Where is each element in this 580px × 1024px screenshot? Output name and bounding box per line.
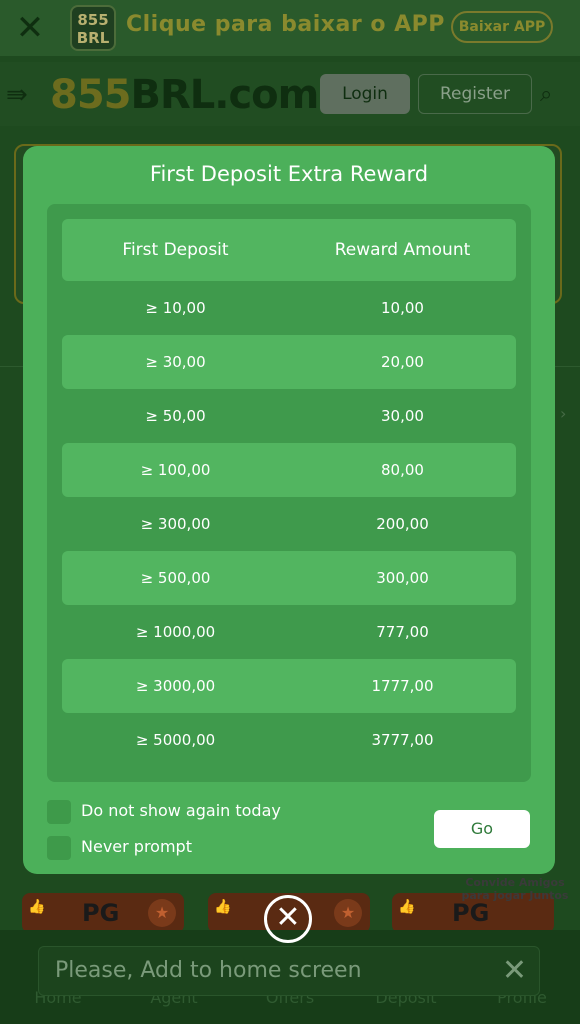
first-deposit-reward-modal: First Deposit Extra Reward First Deposit… [23, 146, 555, 874]
table-row: ≥ 5000,00 3777,00 [62, 713, 516, 767]
game-card-label: PG [452, 899, 490, 927]
reward-cell: 10,00 [381, 299, 424, 317]
table-header: First Deposit Reward Amount [62, 219, 516, 281]
thumbs-up-icon: 👍 [28, 899, 46, 915]
deposit-cell: ≥ 30,00 [145, 353, 206, 371]
go-button[interactable]: Go [434, 810, 530, 848]
reward-table: First Deposit Reward Amount ≥ 10,00 10,0… [47, 204, 531, 782]
column-header-first-deposit: First Deposit [122, 240, 229, 260]
invite-line1: Convide Amigos [465, 876, 565, 889]
deposit-cell: ≥ 100,00 [140, 461, 211, 479]
invite-friends-badge[interactable]: Convide Amigos para jogar Juntos [456, 876, 574, 902]
thumbs-up-icon: 👍 [398, 899, 416, 915]
brand-logo[interactable]: 855BRL.com [50, 72, 320, 118]
app-logo-line2: BRL [76, 29, 110, 47]
star-icon: ★ [334, 899, 362, 927]
brand-prefix: 855 [50, 72, 131, 118]
table-row: ≥ 3000,00 1777,00 [62, 659, 516, 713]
never-prompt-checkbox[interactable] [47, 836, 71, 860]
app-logo: 855 BRL [70, 5, 116, 51]
download-app-button[interactable]: Baixar APP [451, 11, 553, 43]
login-button[interactable]: Login [320, 74, 410, 114]
promo-text: Clique para baixar o APP [126, 12, 445, 37]
close-icon[interactable]: ✕ [12, 10, 48, 46]
register-button[interactable]: Register [418, 74, 532, 114]
menu-icon[interactable]: ⇛ [6, 80, 28, 110]
never-prompt-label: Never prompt [81, 837, 192, 856]
game-card[interactable]: 👍 PG ★ [22, 893, 184, 933]
reward-cell: 777,00 [376, 623, 429, 641]
thumbs-up-icon: 👍 [214, 899, 232, 915]
table-row: ≥ 1000,00 777,00 [62, 605, 516, 659]
reward-cell: 300,00 [376, 569, 429, 587]
table-row: ≥ 300,00 200,00 [62, 497, 516, 551]
table-row: ≥ 30,00 20,00 [62, 335, 516, 389]
close-icon[interactable]: ✕ [502, 953, 527, 989]
download-promo-bar: ✕ 855 BRL Clique para baixar o APP Baixa… [0, 0, 580, 56]
do-not-show-today-checkbox[interactable] [47, 800, 71, 824]
reward-cell: 200,00 [376, 515, 429, 533]
deposit-cell: ≥ 10,00 [145, 299, 206, 317]
brand-suffix: BRL.com [130, 72, 320, 118]
reward-cell: 20,00 [381, 353, 424, 371]
reward-cell: 3777,00 [371, 731, 434, 749]
table-row: ≥ 10,00 10,00 [62, 281, 516, 335]
site-header: ⇛ 855BRL.com Login Register ⌕ [0, 62, 580, 126]
deposit-cell: ≥ 3000,00 [135, 677, 216, 695]
table-row: ≥ 50,00 30,00 [62, 389, 516, 443]
add-to-home-banner: Please, Add to home screen ✕ [38, 946, 540, 996]
search-icon[interactable]: ⌕ [540, 82, 552, 107]
modal-title: First Deposit Extra Reward [149, 162, 429, 186]
game-card-label: PG [82, 899, 120, 927]
chevron-right-icon[interactable]: › [560, 404, 566, 423]
reward-cell: 30,00 [381, 407, 424, 425]
deposit-cell: ≥ 50,00 [145, 407, 206, 425]
table-row: ≥ 500,00 300,00 [62, 551, 516, 605]
deposit-cell: ≥ 1000,00 [135, 623, 216, 641]
deposit-cell: ≥ 500,00 [140, 569, 211, 587]
do-not-show-today-label: Do not show again today [81, 801, 281, 820]
modal-close-icon[interactable]: ✕ [264, 895, 312, 943]
reward-cell: 80,00 [381, 461, 424, 479]
add-to-home-text: Please, Add to home screen [55, 958, 362, 983]
column-header-reward-amount: Reward Amount [334, 240, 471, 260]
deposit-cell: ≥ 300,00 [140, 515, 211, 533]
star-icon: ★ [148, 899, 176, 927]
table-row: ≥ 100,00 80,00 [62, 443, 516, 497]
deposit-cell: ≥ 5000,00 [135, 731, 216, 749]
reward-cell: 1777,00 [371, 677, 434, 695]
app-logo-line1: 855 [77, 11, 109, 29]
invite-line2: para jogar Juntos [461, 889, 569, 902]
